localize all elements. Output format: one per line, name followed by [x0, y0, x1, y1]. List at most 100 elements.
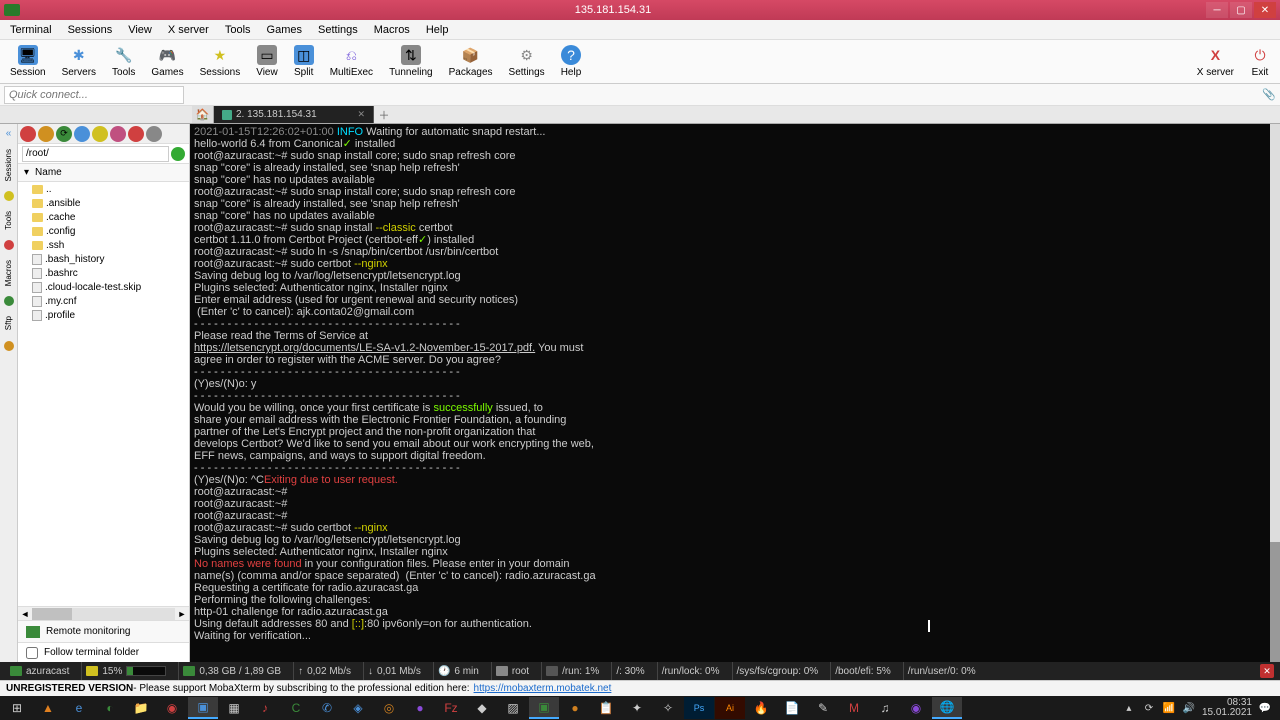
tool-packages[interactable]: 📦Packages: [447, 43, 495, 80]
terminal-scrollbar[interactable]: [1270, 124, 1280, 662]
task-gmail[interactable]: M: [839, 697, 869, 719]
tray-sync-icon[interactable]: ⟳: [1142, 701, 1156, 715]
task-app12[interactable]: ●: [560, 697, 590, 719]
task-vmware[interactable]: ▣: [188, 697, 218, 719]
task-app7[interactable]: ◈: [343, 697, 373, 719]
tab-session[interactable]: 2. 135.181.154.31 ✕: [214, 106, 374, 123]
task-app2[interactable]: ◉: [157, 697, 187, 719]
tree-item[interactable]: .ansible: [18, 196, 189, 210]
terminal-scroll-thumb[interactable]: [1270, 542, 1280, 662]
task-ps[interactable]: Ps: [684, 697, 714, 719]
tray-network-icon[interactable]: 📶: [1162, 701, 1176, 715]
scroll-left-icon[interactable]: ◄: [18, 609, 32, 619]
tree-item[interactable]: .config: [18, 224, 189, 238]
tray-chevron-icon[interactable]: ▴: [1122, 701, 1136, 715]
tool-settings[interactable]: ⚙Settings: [507, 43, 547, 80]
remote-monitoring-toggle[interactable]: Remote monitoring: [18, 620, 189, 642]
follow-terminal-checkbox[interactable]: [26, 647, 38, 659]
rail-collapse-icon[interactable]: «: [6, 128, 12, 139]
maximize-button[interactable]: ▢: [1230, 2, 1252, 18]
task-firefox[interactable]: 🔥: [746, 697, 776, 719]
tool-sessions[interactable]: ★Sessions: [198, 43, 243, 80]
sftp-btn-4[interactable]: [74, 126, 90, 142]
scroll-thumb[interactable]: [32, 608, 72, 620]
tree-item[interactable]: .my.cnf: [18, 294, 189, 308]
tool-games[interactable]: 🎮Games: [149, 43, 185, 80]
task-app17[interactable]: ✎: [808, 697, 838, 719]
menu-settings[interactable]: Settings: [312, 22, 364, 38]
sftp-btn-2[interactable]: [38, 126, 54, 142]
task-app15[interactable]: ✧: [653, 697, 683, 719]
task-mobaxterm[interactable]: ▣: [529, 697, 559, 719]
task-chrome[interactable]: 🌐: [932, 697, 962, 719]
sftp-btn-8[interactable]: [146, 126, 162, 142]
tool-help[interactable]: ?Help: [559, 43, 584, 80]
minimize-button[interactable]: ─: [1206, 2, 1228, 18]
quick-connect-input[interactable]: [4, 86, 184, 104]
task-filezilla[interactable]: Fz: [436, 697, 466, 719]
tool-split[interactable]: ◫Split: [292, 43, 316, 80]
pin-icon[interactable]: 📎: [1262, 88, 1276, 102]
tray-volume-icon[interactable]: 🔊: [1182, 701, 1196, 715]
task-app3[interactable]: ▦: [219, 697, 249, 719]
tool-session[interactable]: 🖥Session: [8, 43, 48, 80]
tray-clock[interactable]: 08:31 15.01.2021: [1202, 698, 1252, 718]
tree-item[interactable]: .cloud-locale-test.skip: [18, 280, 189, 294]
scroll-right-icon[interactable]: ►: [175, 609, 189, 619]
tool-tools[interactable]: 🔧Tools: [110, 43, 137, 80]
task-app18[interactable]: ♫: [870, 697, 900, 719]
tool-view[interactable]: ▭View: [254, 43, 280, 80]
rail-tools[interactable]: Tools: [4, 207, 13, 234]
task-vlc[interactable]: ▲: [33, 697, 63, 719]
task-app10[interactable]: ◆: [467, 697, 497, 719]
task-app11[interactable]: ▨: [498, 697, 528, 719]
rail-macros[interactable]: Macros: [4, 256, 13, 290]
tree-item[interactable]: .profile: [18, 308, 189, 322]
sftp-refresh[interactable]: ⟳: [56, 126, 72, 142]
tab-add[interactable]: ＋: [374, 106, 394, 123]
statusbar-close[interactable]: ✕: [1260, 664, 1274, 678]
tool-tunneling[interactable]: ⇅Tunneling: [387, 43, 435, 80]
tree-item[interactable]: .cache: [18, 210, 189, 224]
menu-sessions[interactable]: Sessions: [62, 22, 119, 38]
task-app1[interactable]: ◐: [95, 697, 125, 719]
sftp-header[interactable]: ▾Name: [18, 164, 189, 182]
close-button[interactable]: ✕: [1254, 2, 1276, 18]
task-app13[interactable]: 📋: [591, 697, 621, 719]
tool-xserver[interactable]: XX server: [1195, 43, 1236, 80]
sftp-btn-6[interactable]: [110, 126, 126, 142]
terminal[interactable]: 2021-01-15T12:26:02+01:00 INFO Waiting f…: [190, 124, 1280, 662]
task-app9[interactable]: ●: [405, 697, 435, 719]
tool-exit[interactable]: ⏻Exit: [1248, 43, 1272, 80]
task-app19[interactable]: ◉: [901, 697, 931, 719]
tab-close-icon[interactable]: ✕: [357, 109, 365, 120]
task-ai[interactable]: Ai: [715, 697, 745, 719]
task-app4[interactable]: ♪: [250, 697, 280, 719]
tab-home[interactable]: 🏠: [192, 106, 214, 123]
menu-tools[interactable]: Tools: [219, 22, 257, 38]
rail-sessions[interactable]: Sessions: [4, 145, 13, 185]
menu-view[interactable]: View: [122, 22, 158, 38]
task-app8[interactable]: ◎: [374, 697, 404, 719]
start-button[interactable]: ⊞: [2, 697, 32, 719]
task-app16[interactable]: 📄: [777, 697, 807, 719]
sftp-hscroll[interactable]: ◄ ►: [18, 606, 189, 620]
tree-item[interactable]: ..: [18, 182, 189, 196]
tray-notifications-icon[interactable]: 💬: [1258, 701, 1272, 715]
menu-macros[interactable]: Macros: [368, 22, 416, 38]
task-edge[interactable]: e: [64, 697, 94, 719]
menu-games[interactable]: Games: [261, 22, 308, 38]
tree-item[interactable]: .bash_history: [18, 252, 189, 266]
sftp-btn-1[interactable]: [20, 126, 36, 142]
menu-terminal[interactable]: Terminal: [4, 22, 58, 38]
sftp-path-input[interactable]: [22, 146, 169, 162]
footer-link[interactable]: https://mobaxterm.mobatek.net: [474, 683, 612, 694]
tree-item[interactable]: .bashrc: [18, 266, 189, 280]
menu-help[interactable]: Help: [420, 22, 455, 38]
tree-item[interactable]: .ssh: [18, 238, 189, 252]
sftp-btn-5[interactable]: [92, 126, 108, 142]
sftp-btn-7[interactable]: [128, 126, 144, 142]
menu-xserver[interactable]: X server: [162, 22, 215, 38]
tool-multiexec[interactable]: ⎌MultiExec: [328, 43, 375, 80]
task-app14[interactable]: ✦: [622, 697, 652, 719]
